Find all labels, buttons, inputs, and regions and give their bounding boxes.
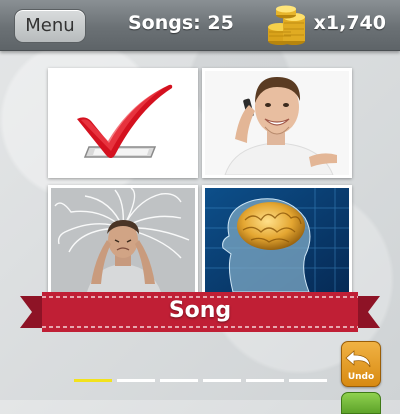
man-on-phone-image xyxy=(205,71,349,175)
coins-count: x1,740 xyxy=(313,12,386,34)
menu-button[interactable]: Menu xyxy=(14,9,86,43)
brain-image xyxy=(205,188,349,292)
answer-slot[interactable] xyxy=(246,379,284,382)
answer-slot[interactable] xyxy=(203,379,241,382)
answer-banner: Song xyxy=(20,290,380,334)
answer-slot[interactable] xyxy=(160,379,198,382)
checkmark-picture[interactable] xyxy=(48,68,198,178)
undo-arrow-icon xyxy=(345,350,371,368)
checkmark-icon xyxy=(51,71,195,175)
gold-coins-icon xyxy=(268,5,305,45)
songs-counter: Songs: 25 xyxy=(128,12,234,34)
answer-slot[interactable] xyxy=(74,379,112,382)
answer-slot[interactable] xyxy=(117,379,155,382)
undo-button[interactable]: Undo xyxy=(341,341,381,387)
top-bar: Menu Songs: 25 x1,740 xyxy=(0,0,400,51)
brain-picture[interactable] xyxy=(202,185,352,295)
answer-slot[interactable] xyxy=(289,379,327,382)
man-on-phone-picture[interactable] xyxy=(202,68,352,178)
stressed-man-image xyxy=(51,188,195,292)
stressed-man-picture[interactable] xyxy=(48,185,198,295)
banner-label: Song xyxy=(168,298,232,323)
hint-button[interactable] xyxy=(341,392,381,414)
undo-label: Undo xyxy=(347,372,375,382)
